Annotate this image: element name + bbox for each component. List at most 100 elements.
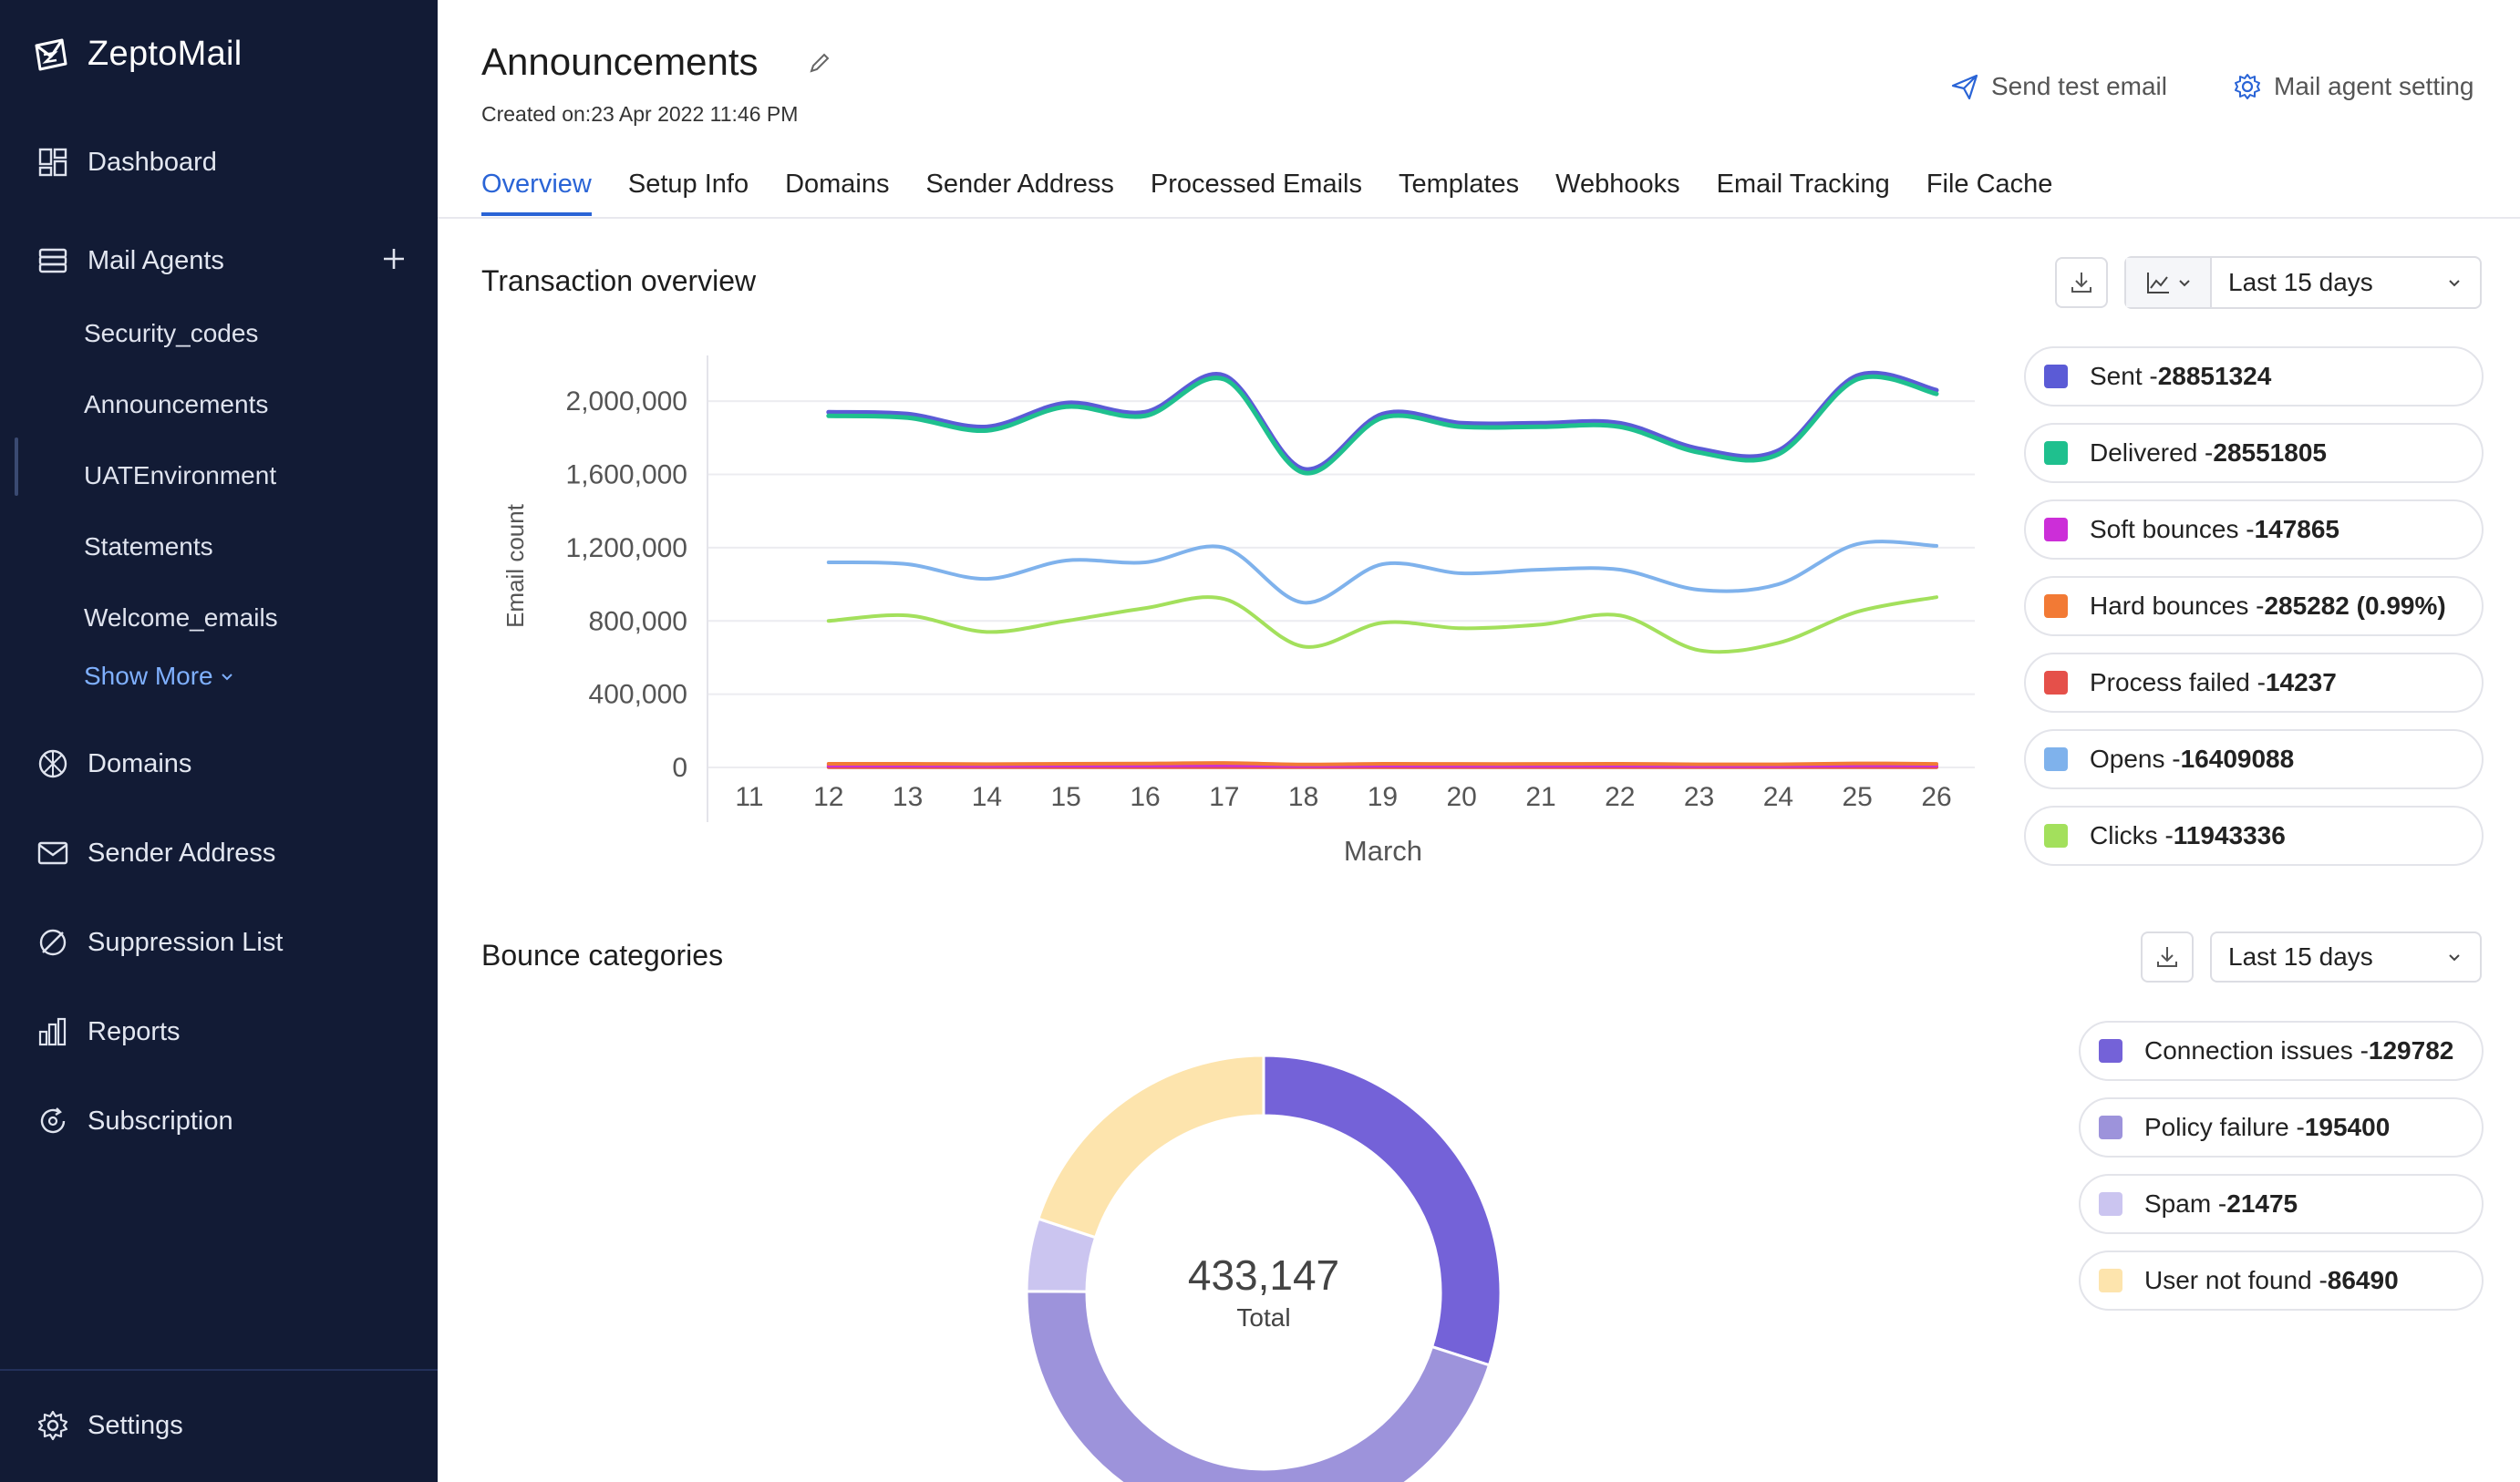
y-axis-title: Email count xyxy=(501,503,529,628)
sidebar-item-label: Mail Agents xyxy=(88,245,224,275)
active-indicator xyxy=(15,437,18,496)
sidebar-item-subscription[interactable]: Subscription xyxy=(36,1105,233,1137)
legend-swatch xyxy=(2099,1192,2122,1216)
transaction-range-value: Last 15 days xyxy=(2228,268,2373,296)
chart-type-dropdown[interactable] xyxy=(2126,258,2212,307)
chevron-down-icon xyxy=(2179,280,2190,287)
tab-overview[interactable]: Overview xyxy=(481,170,592,216)
series-line-opens xyxy=(826,540,1938,605)
legend-label: Process failed - xyxy=(2090,668,2266,696)
sidebar-item-dashboard[interactable]: Dashboard xyxy=(36,146,217,179)
legend-swatch xyxy=(2044,365,2068,388)
legend-sent[interactable]: Sent - 28851324 xyxy=(2024,346,2484,407)
sidebar-item-label: Suppression List xyxy=(88,927,284,957)
donut-slice-user-not-found[interactable] xyxy=(1036,1055,1265,1240)
legend-label: Opens - xyxy=(2090,745,2181,773)
x-tick-label: 12 xyxy=(813,782,843,812)
legend-label: User not found - xyxy=(2144,1266,2328,1294)
mail-agent-statements[interactable]: Statements xyxy=(84,532,213,561)
legend-swatch xyxy=(2044,441,2068,465)
download-bounce-button[interactable] xyxy=(2141,931,2194,983)
legend-hard-bounces[interactable]: Hard bounces - 285282 (0.99%) xyxy=(2024,576,2484,636)
series-line-hard-bounces xyxy=(826,761,1938,767)
send-icon xyxy=(1951,74,1978,100)
brand-name: ZeptoMail xyxy=(88,34,243,73)
legend-swatch xyxy=(2099,1116,2122,1139)
block-icon xyxy=(36,926,69,959)
send-test-email-button[interactable]: Send test email xyxy=(1949,71,2167,102)
legend-value: 195400 xyxy=(2304,1113,2391,1141)
mail-agent-announcements[interactable]: Announcements xyxy=(84,390,268,419)
x-tick-label: 16 xyxy=(1130,782,1160,812)
legend-label: Sent - xyxy=(2090,362,2158,390)
bar-chart-icon xyxy=(36,1015,69,1048)
download-transaction-button[interactable] xyxy=(2055,257,2108,308)
x-tick-label: 21 xyxy=(1525,782,1555,812)
legend-swatch xyxy=(2044,824,2068,848)
brand[interactable]: ZeptoMail xyxy=(29,33,243,75)
mail-agent-uatenvironment[interactable]: UATEnvironment xyxy=(84,461,276,490)
add-mail-agent-icon[interactable] xyxy=(377,242,410,275)
legend-clicks[interactable]: Clicks - 11943336 xyxy=(2024,806,2484,866)
legend-swatch xyxy=(2044,747,2068,771)
sidebar-item-reports[interactable]: Reports xyxy=(36,1015,181,1048)
legend-value: 28851324 xyxy=(2157,362,2272,390)
mail-agents-icon xyxy=(36,244,69,277)
legend-swatch xyxy=(2044,518,2068,541)
transaction-range-control: Last 15 days xyxy=(2124,256,2482,309)
sidebar-item-label: Dashboard xyxy=(88,147,217,177)
legend-connection-issues[interactable]: Connection issues - 129782 xyxy=(2079,1021,2484,1081)
x-tick-label: 17 xyxy=(1209,782,1239,812)
sidebar-item-sender-address[interactable]: Sender Address xyxy=(36,837,275,870)
legend-user-not-found[interactable]: User not found - 86490 xyxy=(2079,1250,2484,1311)
mail-agent-setting-button[interactable]: Mail agent setting xyxy=(2232,71,2474,102)
legend-label: Hard bounces - xyxy=(2090,592,2265,620)
legend-swatch xyxy=(2044,594,2068,618)
donut-total-value: 433,147 xyxy=(1187,1251,1340,1299)
tab-sender-address[interactable]: Sender Address xyxy=(926,170,1114,216)
chevron-down-icon xyxy=(2449,280,2460,287)
tab-file-cache[interactable]: File Cache xyxy=(1926,170,2053,216)
x-tick-label: 11 xyxy=(735,782,763,812)
tabs-divider xyxy=(438,217,2520,219)
legend-value: 147865 xyxy=(2254,515,2339,543)
sidebar-item-label: Domains xyxy=(88,748,192,778)
tab-webhooks[interactable]: Webhooks xyxy=(1555,170,1680,216)
transaction-range-select[interactable]: Last 15 days xyxy=(2212,258,2480,307)
legend-value: 16409088 xyxy=(2180,745,2295,773)
chevron-down-icon xyxy=(221,674,232,681)
legend-soft-bounces[interactable]: Soft bounces - 147865 xyxy=(2024,499,2484,560)
x-axis-title: March xyxy=(1344,835,1422,867)
show-more-link[interactable]: Show More xyxy=(84,662,235,691)
bounce-range-select[interactable]: Last 15 days xyxy=(2210,931,2482,983)
tab-setup-info[interactable]: Setup Info xyxy=(628,170,749,216)
legend-delivered[interactable]: Delivered - 28551805 xyxy=(2024,423,2484,483)
sidebar-item-suppression-list[interactable]: Suppression List xyxy=(36,926,283,959)
series-line-clicks xyxy=(826,595,1938,654)
sidebar-item-domains[interactable]: Domains xyxy=(36,747,191,780)
legend-policy-failure[interactable]: Policy failure - 195400 xyxy=(2079,1097,2484,1158)
tab-domains[interactable]: Domains xyxy=(785,170,889,216)
sidebar-item-label: Subscription xyxy=(88,1106,233,1136)
sidebar-item-label: Sender Address xyxy=(88,838,276,868)
legend-opens[interactable]: Opens - 16409088 xyxy=(2024,729,2484,789)
legend-spam[interactable]: Spam - 21475 xyxy=(2079,1174,2484,1234)
mail-agent-security-codes[interactable]: Security_codes xyxy=(84,319,258,348)
tab-processed-emails[interactable]: Processed Emails xyxy=(1151,170,1362,216)
legend-value: 129782 xyxy=(2368,1036,2454,1065)
sidebar-item-mail-agents[interactable]: Mail Agents xyxy=(36,244,224,277)
sidebar-item-label: Settings xyxy=(88,1410,183,1440)
legend-value: 285282 (0.99%) xyxy=(2264,592,2446,620)
gear-icon xyxy=(2235,74,2260,99)
edit-icon[interactable] xyxy=(806,49,833,77)
tab-templates[interactable]: Templates xyxy=(1399,170,1519,216)
sidebar-item-settings[interactable]: Settings xyxy=(36,1409,183,1442)
mail-agent-welcome-emails[interactable]: Welcome_emails xyxy=(84,603,278,633)
tab-email-tracking[interactable]: Email Tracking xyxy=(1717,170,1890,216)
donut-total-label: Total xyxy=(1236,1303,1291,1332)
legend-process-failed[interactable]: Process failed - 14237 xyxy=(2024,653,2484,713)
tab-bar: Overview Setup Info Domains Sender Addre… xyxy=(481,170,2052,216)
y-tick-label: 1,200,000 xyxy=(566,533,687,563)
legend-value: 86490 xyxy=(2327,1266,2399,1294)
legend-label: Connection issues - xyxy=(2144,1036,2369,1065)
